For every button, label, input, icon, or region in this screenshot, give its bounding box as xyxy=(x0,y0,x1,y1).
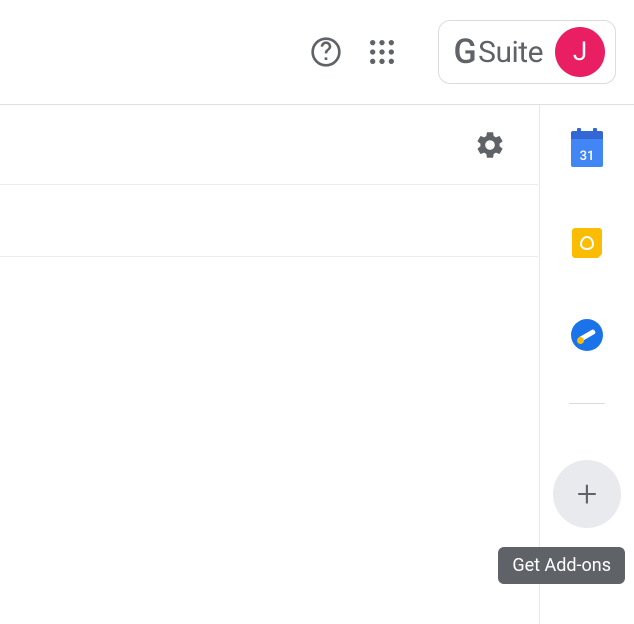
keep-icon xyxy=(572,228,602,258)
tooltip-text: Get Add-ons xyxy=(512,555,611,576)
calendar-app-button[interactable]: 31 xyxy=(569,133,605,169)
gsuite-label: G Suite xyxy=(453,32,543,72)
calendar-day: 31 xyxy=(580,149,595,167)
apps-grid-icon xyxy=(366,36,398,68)
help-button[interactable] xyxy=(302,28,350,76)
plus-icon: + xyxy=(577,476,597,512)
help-icon xyxy=(310,36,342,68)
calendar-icon: 31 xyxy=(571,135,603,167)
suite-text: Suite xyxy=(478,35,543,70)
account-chip[interactable]: G Suite J xyxy=(438,20,616,84)
apps-button[interactable] xyxy=(358,28,406,76)
list-row xyxy=(0,185,538,257)
tasks-app-button[interactable] xyxy=(569,317,605,353)
top-bar: G Suite J xyxy=(0,0,634,105)
content-area xyxy=(0,105,538,624)
side-panel-divider xyxy=(569,403,605,404)
gear-icon xyxy=(474,129,506,161)
settings-button[interactable] xyxy=(470,125,510,165)
user-avatar[interactable]: J xyxy=(555,27,605,77)
get-addons-button[interactable]: + xyxy=(553,460,621,528)
avatar-initial: J xyxy=(573,37,587,67)
tooltip: Get Add-ons xyxy=(498,547,625,584)
tasks-icon xyxy=(571,319,603,351)
g-logo-icon: G xyxy=(453,32,476,72)
toolbar-row xyxy=(0,105,538,185)
keep-app-button[interactable] xyxy=(569,225,605,261)
